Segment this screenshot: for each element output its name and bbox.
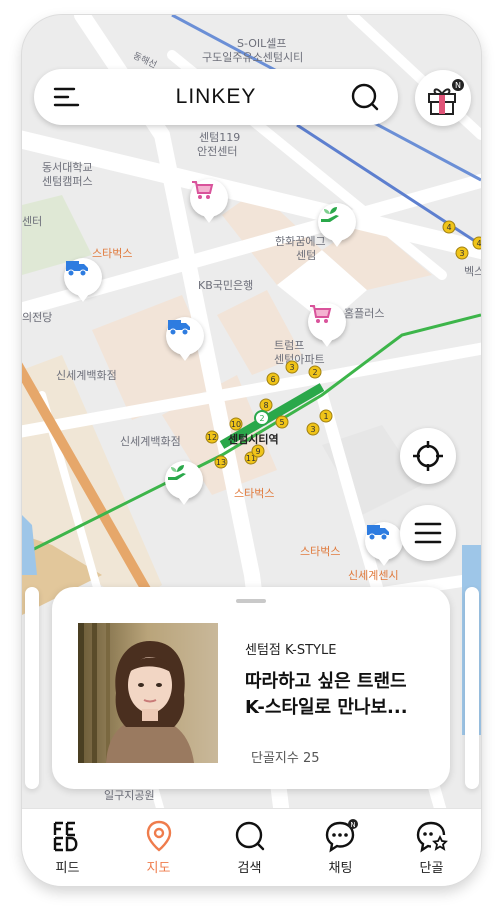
search-button[interactable] bbox=[350, 82, 380, 112]
store-name: 센텀점 K-STYLE bbox=[245, 643, 337, 658]
delivery-truck-pin[interactable] bbox=[166, 317, 204, 361]
tab-label: 피드 bbox=[55, 861, 80, 876]
shopping-cart-icon bbox=[192, 181, 214, 199]
map-label: KB국민은행 bbox=[198, 279, 254, 292]
map-label: 스타벅스 bbox=[92, 247, 133, 260]
tab-favorite[interactable]: 단골 bbox=[386, 809, 477, 886]
map-label: 센텀아파트 bbox=[274, 353, 325, 366]
prev-card[interactable] bbox=[25, 587, 39, 789]
map-label: 센텀119 bbox=[199, 131, 241, 144]
chat-badge: N bbox=[350, 821, 355, 829]
map-label: 한화꿈에그 bbox=[275, 235, 326, 248]
map-label: 센텀캠퍼스 bbox=[42, 175, 93, 188]
bottom-tab-bar: 피드 지도 검색 N 채팅 단골 bbox=[22, 808, 481, 886]
map-label: 신세계백화점 bbox=[56, 369, 117, 382]
sprout-hand-pin[interactable] bbox=[318, 203, 356, 247]
gift-icon: N bbox=[428, 79, 464, 115]
map-label: 센텀 bbox=[296, 249, 317, 262]
search-icon bbox=[235, 821, 265, 851]
sprout-hand-pin[interactable] bbox=[165, 461, 203, 505]
map-label: 신세계백화점 bbox=[120, 435, 181, 448]
delivery-truck-icon bbox=[168, 320, 190, 336]
tab-search[interactable]: 검색 bbox=[204, 809, 295, 886]
store-photo bbox=[78, 623, 218, 763]
current-location-button[interactable] bbox=[400, 428, 456, 484]
gift-badge: N bbox=[455, 81, 461, 90]
delivery-truck-pin[interactable] bbox=[64, 258, 102, 302]
feed-icon bbox=[53, 821, 78, 852]
map-label: 일구지공원 bbox=[104, 789, 155, 802]
next-card[interactable] bbox=[465, 587, 479, 789]
hamburger-icon bbox=[414, 522, 442, 544]
portrait-photo bbox=[78, 623, 218, 763]
map-pin-icon bbox=[146, 820, 172, 852]
crosshair-icon bbox=[413, 441, 443, 471]
delivery-truck-pin[interactable] bbox=[365, 522, 403, 566]
map-label: 구도일주유소센텀시티 bbox=[202, 51, 304, 64]
shopping-cart-icon bbox=[310, 305, 332, 323]
map-label: 스타벅스 bbox=[234, 487, 275, 500]
map-label: 벡스 bbox=[464, 265, 481, 278]
map-label: 동서대학교 bbox=[42, 161, 93, 174]
map-label: 센텀시티역 bbox=[228, 433, 279, 446]
tab-label: 단골 bbox=[419, 861, 444, 876]
search-icon bbox=[351, 83, 379, 111]
shopping-cart-pin[interactable] bbox=[308, 303, 346, 347]
sprout-hand-icon bbox=[168, 465, 186, 480]
drag-handle[interactable] bbox=[236, 599, 266, 603]
list-view-button[interactable] bbox=[400, 505, 456, 561]
gift-button[interactable]: N bbox=[415, 70, 471, 126]
delivery-truck-icon bbox=[66, 261, 88, 277]
tab-feed[interactable]: 피드 bbox=[22, 809, 113, 886]
loyalty-index: 단골지수 25 bbox=[251, 751, 320, 766]
top-bar: LINKEY bbox=[34, 69, 398, 125]
tab-label: 채팅 bbox=[328, 861, 353, 876]
map-label: S-OIL셀프 bbox=[237, 37, 287, 50]
map-label: 스타벅스 bbox=[300, 545, 341, 558]
sprout-hand-icon bbox=[321, 207, 339, 222]
chat-icon: N bbox=[325, 819, 358, 853]
tab-label: 지도 bbox=[146, 861, 171, 876]
tab-chat[interactable]: N 채팅 bbox=[295, 809, 386, 886]
store-card[interactable]: 센텀점 K-STYLE 따라하고 싶은 트랜드 K-스타일로 만나보... 단골… bbox=[52, 587, 450, 789]
brand-logo: LINKEY bbox=[175, 85, 257, 108]
post-title-line: K-스타일로 만나보... bbox=[245, 697, 408, 718]
map-label: 의전당 bbox=[22, 311, 53, 324]
delivery-truck-icon bbox=[367, 525, 389, 541]
post-title-line: 따라하고 싶은 트랜드 bbox=[245, 671, 407, 692]
map-label: 트럼프 bbox=[274, 339, 305, 352]
favorite-icon bbox=[416, 821, 448, 853]
map-label: 안전센터 bbox=[197, 145, 238, 158]
phone-frame: S-OIL셀프 구도일주유소센텀시티 동해선 센텀119 안전센터 동서대학교 … bbox=[22, 15, 481, 886]
shopping-cart-pin[interactable] bbox=[190, 179, 228, 223]
post-title: 따라하고 싶은 트랜드 K-스타일로 만나보... bbox=[245, 669, 435, 721]
map-label: 홈플러스 bbox=[344, 307, 385, 320]
map-label: 센터 bbox=[22, 215, 43, 228]
map-label: 신세계센시 bbox=[348, 569, 399, 582]
tab-label: 검색 bbox=[237, 861, 262, 876]
tab-map[interactable]: 지도 bbox=[113, 809, 204, 886]
